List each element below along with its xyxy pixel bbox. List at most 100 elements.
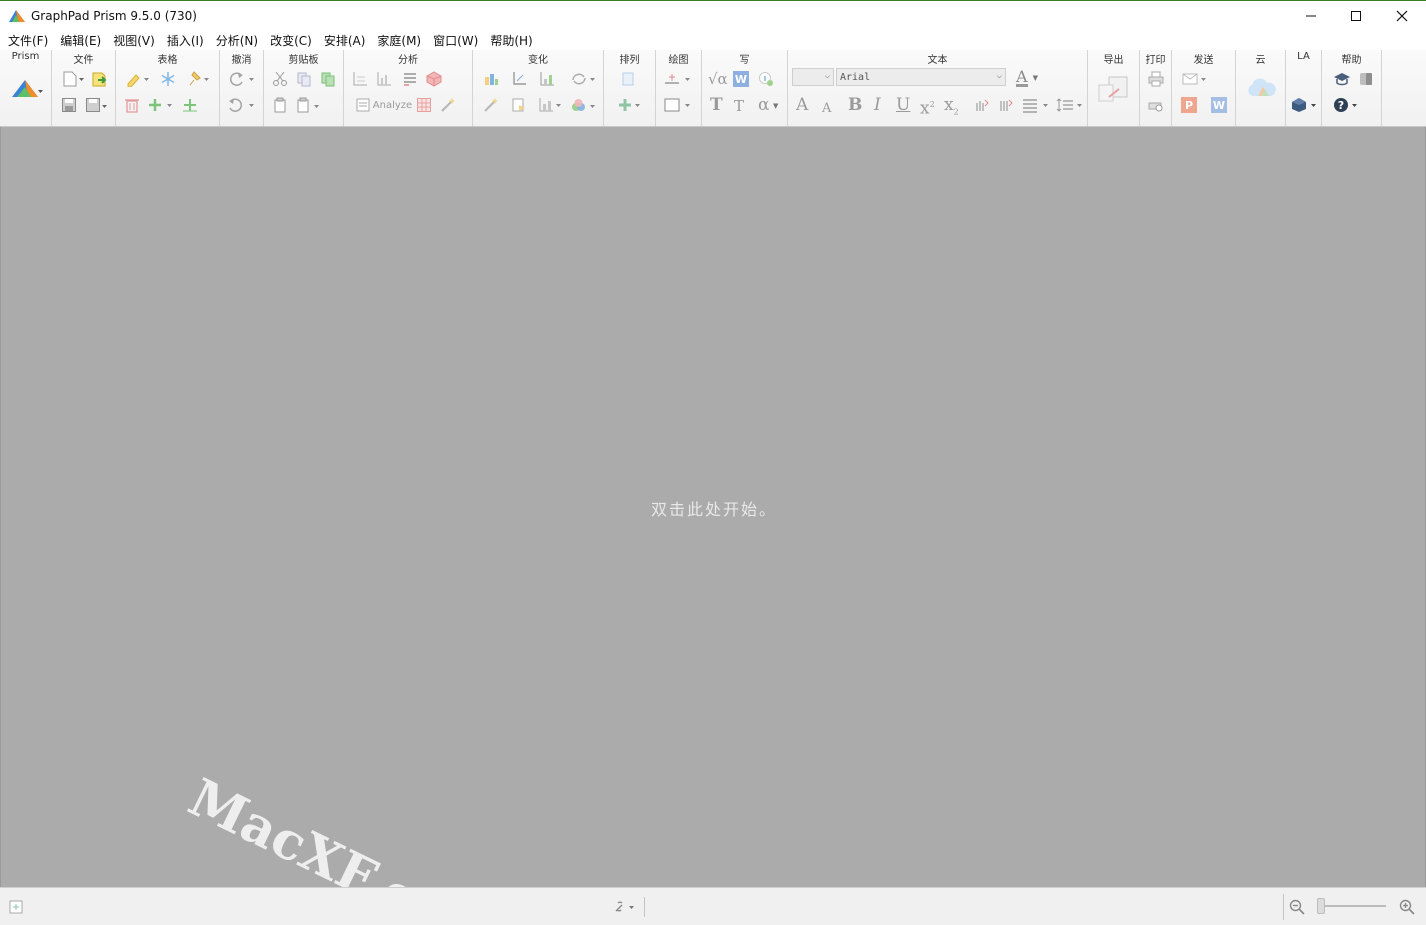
add-sheet-button[interactable] (146, 96, 176, 114)
table-analysis-button[interactable] (400, 70, 420, 88)
word-object-button[interactable]: W (732, 70, 750, 88)
text-large-button[interactable]: T (710, 96, 723, 114)
greek-symbol-button[interactable]: α (758, 96, 769, 114)
send-powerpoint-button[interactable]: P (1180, 96, 1198, 114)
cut-button[interactable] (270, 70, 290, 88)
text-small-button[interactable]: T (734, 97, 744, 115)
print-preview-button[interactable] (1146, 96, 1166, 114)
align-button[interactable] (618, 70, 638, 88)
freeze-button[interactable] (158, 70, 178, 88)
draw-shape-button[interactable] (662, 96, 694, 114)
paste-button[interactable] (270, 96, 290, 114)
cube-analysis-button[interactable] (424, 70, 444, 88)
info-button[interactable] (756, 70, 776, 88)
line-spacing-button[interactable] (1054, 96, 1086, 114)
snowflake-icon (161, 72, 175, 86)
new-file-button[interactable] (60, 70, 86, 88)
save-as-button[interactable] (84, 96, 110, 114)
menu-view[interactable]: 视图(V) (107, 32, 161, 49)
analyze-button[interactable]: Analyze (350, 96, 418, 114)
color-scheme-button[interactable] (569, 96, 599, 114)
redo-button[interactable] (226, 70, 258, 88)
maximize-button[interactable] (1333, 0, 1379, 31)
help-button[interactable]: ? (1332, 96, 1362, 114)
chevron-down-icon: ⌵ (824, 71, 830, 81)
format-graph-button[interactable] (537, 96, 565, 114)
menu-file[interactable]: 文件(F) (2, 32, 54, 49)
pin-button[interactable] (184, 70, 212, 88)
undo-button[interactable] (226, 96, 258, 114)
format-wand-button[interactable] (481, 96, 501, 114)
menu-window[interactable]: 窗口(W) (427, 32, 484, 49)
font-size-select[interactable]: ⌵ (792, 68, 834, 86)
learn-button[interactable] (1332, 70, 1352, 88)
menu-arrange[interactable]: 安排(A) (318, 32, 372, 49)
menu-change[interactable]: 改变(C) (264, 32, 318, 49)
title-bar: GraphPad Prism 9.5.0 (730) (0, 0, 1426, 31)
send-word-button[interactable]: W (1210, 96, 1228, 114)
distribute-button[interactable] (616, 96, 646, 114)
copy-special-button[interactable] (318, 70, 338, 88)
underline-button[interactable]: U (896, 96, 910, 114)
empty-workspace-hint[interactable]: 双击此处开始。 (1, 496, 1426, 520)
minimize-button[interactable] (1288, 0, 1334, 31)
column-analysis-button[interactable] (374, 70, 394, 88)
zoom-slider-track[interactable] (1318, 905, 1386, 907)
ribbon-group-analysis: 分析 Analyze (344, 50, 473, 126)
shrink-font-button[interactable]: A (822, 100, 831, 118)
link-button[interactable] (612, 897, 638, 917)
xy-analysis-button[interactable] (350, 70, 370, 88)
wand-analysis-button[interactable] (438, 96, 458, 114)
guide-button[interactable] (1356, 70, 1376, 88)
draw-line-button[interactable] (662, 70, 694, 88)
group-label-draw: 绘图 (668, 55, 689, 66)
email-button[interactable] (1180, 70, 1210, 88)
superscript-button[interactable]: x2 (920, 96, 935, 118)
redo-icon (229, 72, 254, 86)
italic-button[interactable]: I (874, 96, 881, 114)
format-data-button[interactable] (509, 96, 529, 114)
menu-help[interactable]: 帮助(H) (484, 32, 538, 49)
font-name-select[interactable]: Arial ⌵ (836, 68, 1006, 86)
char-spacing-button[interactable] (972, 96, 992, 114)
rotate-button[interactable] (569, 70, 599, 88)
menu-insert[interactable]: 插入(I) (161, 32, 210, 49)
axis-format-button[interactable] (509, 70, 529, 88)
menu-analysis[interactable]: 分析(N) (210, 32, 264, 49)
close-button[interactable] (1379, 0, 1425, 31)
format-wand-icon (484, 98, 498, 112)
export-button[interactable] (1096, 74, 1132, 104)
ribbon-group-print: 打印 (1140, 50, 1172, 126)
new-file-icon (63, 71, 84, 87)
menu-family[interactable]: 家庭(M) (371, 32, 427, 49)
print-button[interactable] (1146, 70, 1166, 88)
grid-analysis-button[interactable] (414, 96, 434, 114)
highlight-button[interactable] (124, 70, 152, 88)
delete-sheet-button[interactable] (122, 96, 142, 114)
save-button[interactable] (60, 96, 78, 114)
open-file-button[interactable] (90, 70, 110, 88)
la-button[interactable] (1290, 96, 1320, 114)
bars-format-button[interactable] (537, 70, 557, 88)
bold-button[interactable]: B (848, 96, 862, 114)
prism-menu-button[interactable] (9, 76, 45, 100)
navigator-button[interactable] (8, 899, 24, 915)
copy-button[interactable] (294, 70, 314, 88)
paste-special-button[interactable] (294, 96, 324, 114)
subscript-button[interactable]: x2 (944, 96, 959, 121)
font-color-button[interactable]: A ▼ (1012, 68, 1042, 87)
zoom-out-button[interactable] (1288, 898, 1306, 916)
graph-type-button[interactable] (481, 70, 501, 88)
workspace[interactable]: 双击此处开始。 MacXF.com (0, 127, 1426, 925)
line-spacing-alt-button[interactable] (996, 96, 1016, 114)
greek-dropdown-icon[interactable]: ▼ (773, 102, 778, 110)
grow-font-button[interactable]: A (796, 96, 808, 114)
insert-row-button[interactable] (180, 96, 200, 114)
zoom-slider-thumb[interactable] (1317, 898, 1325, 914)
menu-edit[interactable]: 编辑(E) (54, 32, 107, 49)
cloud-button[interactable] (1243, 76, 1279, 100)
equation-button[interactable]: √α (708, 70, 728, 88)
pin-icon (189, 71, 209, 86)
zoom-in-button[interactable] (1398, 898, 1416, 916)
align-text-button[interactable] (1020, 96, 1052, 114)
